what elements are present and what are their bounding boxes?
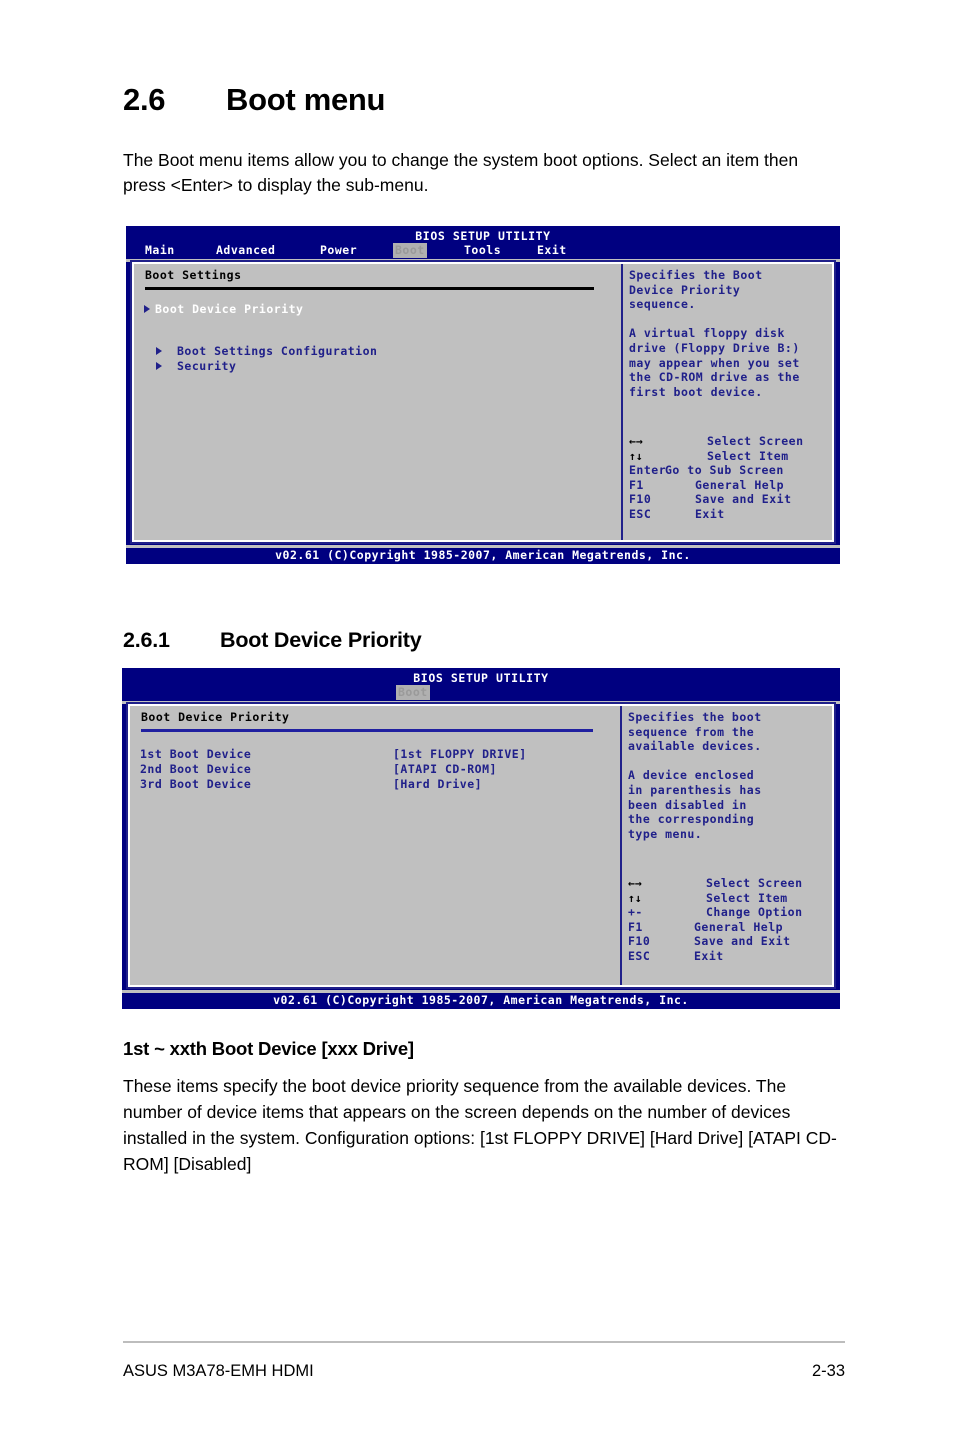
bios-menubar-2: Boot [122, 685, 840, 700]
help-text-2: Specifies the boot sequence from the ava… [628, 710, 762, 841]
section-title: Boot menu [226, 82, 386, 117]
key-label: Exit [695, 506, 725, 521]
key-name: F10 [628, 934, 651, 949]
tab-power[interactable]: Power [318, 243, 359, 258]
key-row-change-option: +- Change Option [628, 905, 803, 920]
key-name: F1 [629, 477, 644, 492]
key-row-f1: F1 General Help [628, 920, 803, 935]
footer-page-number: 2-33 [811, 1362, 845, 1380]
arrow-up-down-icon: ↑↓ [629, 448, 643, 463]
key-label: Save and Exit [695, 492, 792, 507]
pane-divider-1 [621, 264, 623, 540]
key-name: ESC [629, 506, 652, 521]
option-row-3rd-boot-device[interactable]: 3rd Boot Device [Hard Drive] [140, 777, 482, 792]
page-title: 2.6 Boot menu [123, 82, 385, 118]
intro-paragraph: The Boot menu items allow you to change … [123, 150, 799, 195]
option-value: [1st FLOPPY DRIVE] [393, 747, 527, 761]
key-label: Exit [694, 948, 724, 963]
key-name: F1 [628, 919, 643, 934]
option-label: 2nd Boot Device [140, 762, 252, 776]
arrow-left-right-icon: ←→ [629, 434, 643, 448]
subsection-number: 2.6.1 [123, 628, 170, 652]
menu-item-label: Security [177, 359, 237, 373]
key-label: Select Item [707, 448, 789, 463]
menu-item-label: Boot Settings Configuration [177, 344, 378, 358]
arrow-left-right-icon: ←→ [628, 876, 642, 890]
arrow-up-down-icon: ↑↓ [628, 890, 642, 905]
bios-title-1: BIOS SETUP UTILITY [415, 229, 551, 243]
bios-copyright-2: v02.61 (C)Copyright 1985-2007, American … [273, 993, 689, 1007]
option-row-1st-boot-device[interactable]: 1st Boot Device [1st FLOPPY DRIVE] [140, 747, 527, 762]
item-heading: 1st ~ xxth Boot Device [xxx Drive] [123, 1038, 414, 1059]
panel-separator-1 [145, 287, 594, 290]
tab-boot[interactable]: Boot [396, 685, 430, 700]
bios-menubar-1: Main Advanced Power Boot Tools Exit [126, 243, 840, 258]
tab-main[interactable]: Main [143, 243, 177, 258]
subsection-title: 2.6.1 Boot Device Priority [123, 628, 422, 653]
key-legend-1: ←→ Select Screen ↑↓ Select Item EnterGo to… [629, 434, 804, 522]
panel-heading-1: Boot Settings [145, 268, 242, 282]
key-name: ESC [628, 948, 651, 963]
manual-page: 2.6 Boot menu The Boot menu items allow y… [0, 0, 954, 1438]
option-label: 3rd Boot Device [140, 777, 252, 791]
triangle-right-icon [156, 346, 162, 355]
key-row-f10: F10 Save and Exit [629, 492, 804, 507]
key-label: Save and Exit [694, 934, 791, 949]
key-row-f10: F10 Save and Exit [628, 934, 803, 949]
plus-minus-icon: +- [628, 905, 643, 920]
key-label: Change Option [706, 905, 803, 920]
subsection-title-text: Boot Device Priority [220, 628, 422, 652]
bios-copyright-1: v02.61 (C)Copyright 1985-2007, American … [275, 548, 691, 562]
key-row-select-screen: ←→ Select Screen [629, 434, 804, 449]
panel-separator-2 [141, 729, 593, 732]
bios-screenshot-boot-menu: BIOS SETUP UTILITY Main Advanced Power B… [126, 226, 840, 564]
tab-exit[interactable]: Exit [535, 243, 569, 258]
key-label: Select Screen [706, 876, 803, 890]
key-row-esc: ESC Exit [629, 507, 804, 522]
option-row-2nd-boot-device[interactable]: 2nd Boot Device [ATAPI CD-ROM] [140, 762, 497, 777]
footer-divider [123, 1341, 845, 1343]
option-value: [Hard Drive] [393, 777, 483, 791]
key-row-enter: EnterGo to Sub Screen [629, 463, 804, 478]
tab-boot[interactable]: Boot [393, 243, 427, 258]
tab-tools[interactable]: Tools [462, 243, 503, 258]
key-row-f1: F1 General Help [629, 478, 804, 493]
item-body-paragraph: These items specify the boot device prio… [123, 1076, 837, 1174]
pane-divider-2 [620, 706, 622, 985]
menu-item-boot-settings-configuration[interactable]: Boot Settings Configuration [156, 344, 377, 359]
triangle-right-icon [156, 361, 162, 370]
key-label: Select Screen [707, 434, 804, 448]
panel-heading-2: Boot Device Priority [141, 710, 290, 724]
key-row-select-screen: ←→ Select Screen [628, 876, 803, 891]
key-label: General Help [695, 477, 785, 492]
key-legend-2: ←→ Select Screen ↑↓ Select Item +- Change O… [628, 876, 803, 964]
menu-item-security[interactable]: Security [156, 359, 236, 374]
key-row-esc: ESC Exit [628, 949, 803, 964]
key-row-select-item: ↑↓ Select Item [629, 449, 804, 464]
key-label: Select Item [706, 890, 788, 905]
key-label: General Help [694, 919, 784, 934]
option-value: [ATAPI CD-ROM] [393, 762, 497, 776]
key-label: Go to Sub Screen [665, 463, 784, 478]
tab-advanced[interactable]: Advanced [214, 243, 277, 258]
bios-title-2: BIOS SETUP UTILITY [413, 671, 549, 685]
key-name: F10 [629, 492, 652, 507]
triangle-right-icon [144, 304, 150, 313]
help-text-1: Specifies the Boot Device Priority seque… [629, 268, 800, 399]
menu-item-boot-device-priority[interactable]: Boot Device Priority [144, 302, 303, 317]
section-number: 2.6 [123, 82, 166, 117]
menu-item-label: Boot Device Priority [155, 302, 304, 316]
bios-screenshot-boot-device-priority: BIOS SETUP UTILITY Boot Boot Device Prio… [122, 668, 840, 1009]
key-row-select-item: ↑↓ Select Item [628, 891, 803, 906]
option-label: 1st Boot Device [140, 747, 252, 761]
